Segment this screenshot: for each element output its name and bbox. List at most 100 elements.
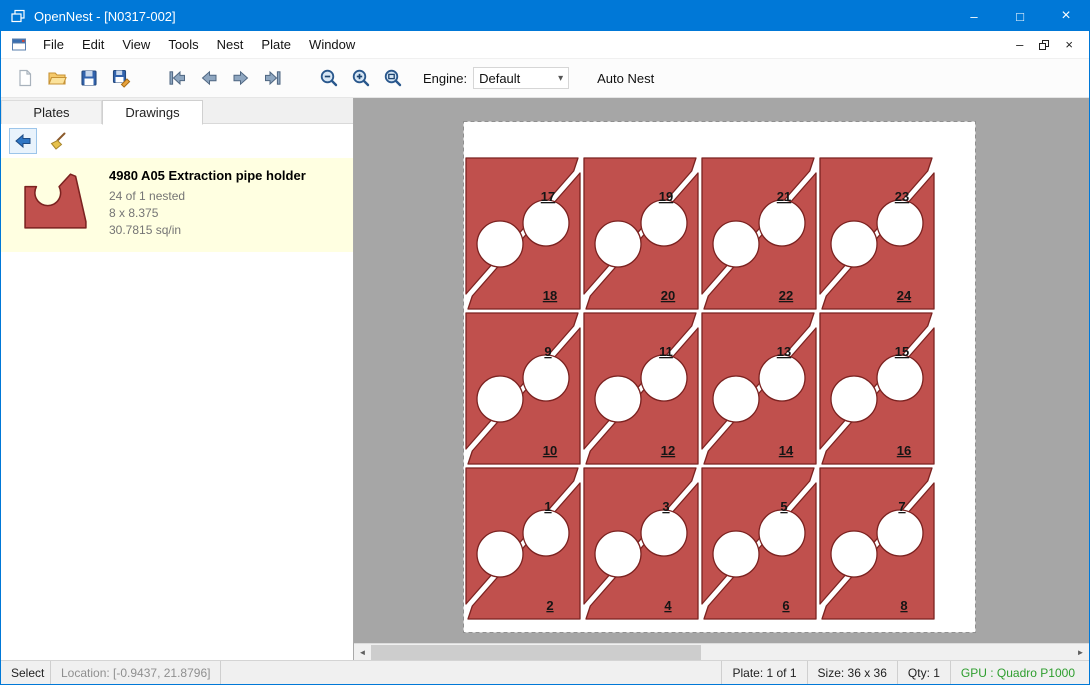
import-arrow-icon xyxy=(13,131,33,151)
status-size: Size: 36 x 36 xyxy=(807,661,897,684)
svg-text:3: 3 xyxy=(662,499,669,514)
save-edit-icon xyxy=(111,68,131,88)
drawings-toolbar xyxy=(1,124,353,158)
nav-next-button[interactable] xyxy=(225,62,257,94)
scroll-left-button[interactable]: ◄ xyxy=(354,644,371,660)
part-area: 30.7815 sq/in xyxy=(109,222,306,239)
part-title: 4980 A05 Extraction pipe holder xyxy=(109,168,306,183)
status-mode: Select xyxy=(1,661,51,684)
sidebar-tabs: Plates Drawings xyxy=(1,98,353,124)
menu-item-window[interactable]: Window xyxy=(300,33,364,56)
svg-text:11: 11 xyxy=(659,344,673,359)
mdi-close-button[interactable]: × xyxy=(1065,37,1073,52)
svg-text:4: 4 xyxy=(664,598,672,613)
menu-item-file[interactable]: File xyxy=(34,33,73,56)
tab-drawings[interactable]: Drawings xyxy=(102,100,203,125)
zoom-fit-button[interactable] xyxy=(377,62,409,94)
status-gpu: GPU : Quadro P1000 xyxy=(950,661,1089,684)
scroll-thumb[interactable] xyxy=(371,645,701,660)
menu-item-nest[interactable]: Nest xyxy=(208,33,253,56)
part-thumbnail xyxy=(13,168,99,230)
status-qty: Qty: 1 xyxy=(897,661,950,684)
svg-text:21: 21 xyxy=(777,189,791,204)
horizontal-scrollbar[interactable]: ◄ ► xyxy=(354,643,1089,660)
statusbar: Select Location: [-0.9437, 21.8796] Plat… xyxy=(1,660,1089,684)
engine-select[interactable]: Default ▾ xyxy=(473,67,569,89)
part-size: 8 x 8.375 xyxy=(109,205,306,222)
restore-icon xyxy=(1039,40,1049,50)
zoom-in-button[interactable] xyxy=(345,62,377,94)
plate-svg[interactable]: 171819202122232491011121314151612345678 xyxy=(463,121,976,633)
save-edit-button[interactable] xyxy=(105,62,137,94)
status-location: Location: [-0.9437, 21.8796] xyxy=(51,661,221,684)
maximize-button[interactable]: □ xyxy=(997,1,1043,31)
nav-first-button[interactable] xyxy=(161,62,193,94)
app-window: OpenNest - [N0317-002] – □ × File Edit V… xyxy=(0,0,1090,685)
clean-button[interactable] xyxy=(44,128,72,154)
menubar: File Edit View Tools Nest Plate Window –… xyxy=(1,31,1089,58)
auto-nest-button[interactable]: Auto Nest xyxy=(591,67,660,90)
svg-text:2: 2 xyxy=(546,598,553,613)
part-nested-count: 24 of 1 nested xyxy=(109,188,306,205)
mdi-restore-button[interactable] xyxy=(1039,40,1049,50)
svg-text:17: 17 xyxy=(541,189,555,204)
svg-text:13: 13 xyxy=(777,344,791,359)
zoom-out-button[interactable] xyxy=(313,62,345,94)
tab-plates[interactable]: Plates xyxy=(1,100,102,124)
import-button[interactable] xyxy=(9,128,37,154)
mdi-child-icon[interactable] xyxy=(11,37,27,52)
svg-text:23: 23 xyxy=(895,189,909,204)
menu-item-tools[interactable]: Tools xyxy=(159,33,207,56)
sidebar: Plates Drawings xyxy=(1,98,354,660)
svg-text:5: 5 xyxy=(780,499,787,514)
broom-icon xyxy=(48,131,68,151)
svg-text:9: 9 xyxy=(544,344,551,359)
svg-text:15: 15 xyxy=(895,344,909,359)
svg-text:16: 16 xyxy=(897,443,911,458)
menu-item-edit[interactable]: Edit xyxy=(73,33,113,56)
titlebar: OpenNest - [N0317-002] – □ × xyxy=(1,1,1089,31)
svg-text:24: 24 xyxy=(897,288,912,303)
zoom-in-icon xyxy=(351,68,371,88)
open-button[interactable] xyxy=(41,62,73,94)
part-thumbnail-shape xyxy=(23,170,89,230)
drawing-list-item[interactable]: 4980 A05 Extraction pipe holder 24 of 1 … xyxy=(1,158,353,252)
svg-text:19: 19 xyxy=(659,189,673,204)
app-icon xyxy=(10,8,26,24)
last-arrow-icon xyxy=(263,68,283,88)
new-button[interactable] xyxy=(9,62,41,94)
svg-text:14: 14 xyxy=(779,443,794,458)
svg-text:10: 10 xyxy=(543,443,557,458)
svg-text:8: 8 xyxy=(900,598,907,613)
engine-label: Engine: xyxy=(423,71,467,86)
save-floppy-icon xyxy=(79,68,99,88)
svg-text:20: 20 xyxy=(661,288,675,303)
scroll-right-button[interactable]: ► xyxy=(1072,644,1089,660)
minimize-button[interactable]: – xyxy=(951,1,997,31)
engine-value: Default xyxy=(479,71,520,86)
chevron-down-icon: ▾ xyxy=(558,73,563,84)
close-button[interactable]: × xyxy=(1043,1,1089,31)
save-button[interactable] xyxy=(73,62,105,94)
nav-last-button[interactable] xyxy=(257,62,289,94)
window-title: OpenNest - [N0317-002] xyxy=(34,9,176,24)
zoom-fit-icon xyxy=(383,68,403,88)
nest-canvas[interactable]: 171819202122232491011121314151612345678 xyxy=(354,98,1089,643)
menu-item-plate[interactable]: Plate xyxy=(252,33,300,56)
svg-text:12: 12 xyxy=(661,443,675,458)
first-arrow-icon xyxy=(167,68,187,88)
menu-item-view[interactable]: View xyxy=(113,33,159,56)
prev-arrow-icon xyxy=(199,68,219,88)
svg-text:18: 18 xyxy=(543,288,557,303)
open-folder-icon xyxy=(47,68,67,88)
svg-text:22: 22 xyxy=(779,288,793,303)
svg-text:7: 7 xyxy=(898,499,905,514)
svg-text:1: 1 xyxy=(544,499,551,514)
nav-prev-button[interactable] xyxy=(193,62,225,94)
status-plate: Plate: 1 of 1 xyxy=(721,661,806,684)
zoom-out-icon xyxy=(319,68,339,88)
toolbar: Engine: Default ▾ Auto Nest xyxy=(1,58,1089,98)
new-file-icon xyxy=(15,68,35,88)
mdi-minimize-button[interactable]: – xyxy=(1016,37,1023,52)
next-arrow-icon xyxy=(231,68,251,88)
